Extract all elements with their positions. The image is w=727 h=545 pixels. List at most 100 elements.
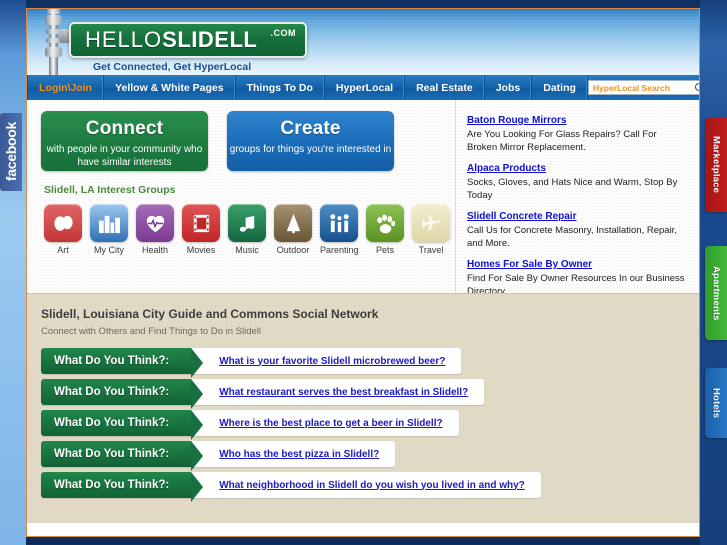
list-item[interactable]: What Do You Think?: What is your favorit… (41, 348, 462, 378)
side-tab-marketplace-label: Marketplace (710, 136, 722, 194)
group-label-health: Health (141, 245, 168, 255)
poll-tag-label: What Do You Think?: (41, 410, 204, 440)
ad-description: Call Us for Concrete Masonry, Installati… (467, 225, 677, 249)
theater-masks-icon (44, 204, 82, 242)
music-note-icon (228, 204, 266, 242)
ad-title-link[interactable]: Alpaca Products (467, 163, 546, 174)
group-my-city[interactable]: My City (90, 204, 128, 255)
ad-description: Are You Looking For Glass Repairs? Call … (467, 129, 657, 153)
site-tagline: Get Connected, Get HyperLocal (93, 61, 252, 73)
upper-content: Connect with people in your community wh… (27, 100, 699, 313)
group-travel[interactable]: Travel (412, 204, 450, 255)
nav-item-hyperlocal[interactable]: HyperLocal (325, 75, 406, 100)
group-label-pets: Pets (375, 245, 394, 255)
film-strip-icon (182, 204, 220, 242)
section-subheading: Connect with Others and Find Things to D… (41, 326, 262, 337)
group-label-travel: Travel (418, 245, 444, 255)
ad-title-link[interactable]: Homes For Sale By Owner (467, 259, 592, 270)
nav-item-dating[interactable]: Dating (532, 75, 588, 100)
ad-item: Slidell Concrete Repair Call Us for Conc… (467, 206, 689, 250)
connect-button[interactable]: Connect with people in your community wh… (41, 111, 208, 171)
group-movies[interactable]: Movies (182, 204, 220, 255)
group-label-art: Art (57, 245, 69, 255)
list-item[interactable]: What Do You Think?: What neighborhood in… (41, 472, 541, 502)
group-label-parenting: Parenting (320, 245, 359, 255)
side-tab-apartments-label: Apartments (710, 265, 722, 321)
poll-tag-label: What Do You Think?: (41, 441, 204, 471)
list-item[interactable]: What Do You Think?: What restaurant serv… (41, 379, 485, 409)
nav-item-login-join[interactable]: Login\Join (27, 75, 105, 100)
signpost-graphic (41, 9, 73, 75)
poll-tag-label: What Do You Think?: (41, 348, 204, 378)
ad-title-link[interactable]: Baton Rouge Mirrors (467, 115, 566, 126)
ad-column: Baton Rouge Mirrors Are You Looking For … (455, 100, 699, 313)
group-outdoor[interactable]: Outdoor (274, 204, 312, 255)
upper-left-column: Connect with people in your community wh… (27, 100, 455, 293)
interest-groups-row: Art My City Health Movies Music Outdoor … (44, 204, 455, 255)
poll-question-link[interactable]: Who has the best pizza in Slidell? (191, 441, 395, 467)
poll-tag-label: What Do You Think?: (41, 472, 204, 502)
interest-groups-title: Slidell, LA Interest Groups (44, 184, 176, 196)
logo-text: HELLOSLIDELL (71, 27, 257, 53)
group-art[interactable]: Art (44, 204, 82, 255)
search-box[interactable] (587, 80, 699, 95)
logo-slidell: SLIDELL (162, 27, 258, 52)
signpost-collar-top (45, 15, 62, 25)
airplane-icon (412, 204, 450, 242)
search-icon[interactable] (694, 83, 699, 91)
paw-print-icon (366, 204, 404, 242)
poll-question-link[interactable]: What is your favorite Slidell microbrewe… (191, 348, 461, 374)
ad-item: Baton Rouge Mirrors Are You Looking For … (467, 110, 689, 154)
main-navigation: Login\Join Yellow & White Pages Things T… (27, 75, 699, 100)
group-label-movies: Movies (186, 245, 216, 255)
nav-item-real-estate[interactable]: Real Estate (405, 75, 485, 100)
group-pets[interactable]: Pets (366, 204, 404, 255)
logo-hello: HELLO (85, 27, 163, 52)
poll-question-link[interactable]: What neighborhood in Slidell do you wish… (191, 472, 541, 498)
ad-title-link[interactable]: Slidell Concrete Repair (467, 211, 576, 222)
ad-item: Homes For Sale By Owner Find For Sale By… (467, 254, 689, 298)
site-logo[interactable]: HELLOSLIDELL .COM (69, 22, 307, 58)
pine-tree-icon (274, 204, 312, 242)
logo-com-suffix: .COM (270, 28, 296, 38)
poll-question-link[interactable]: What restaurant serves the best breakfas… (191, 379, 484, 405)
connect-subtitle: with people in your community who have s… (46, 144, 203, 168)
left-background-strip (0, 0, 26, 545)
nav-item-things-to-do[interactable]: Things To Do (236, 75, 325, 100)
cta-row: Connect with people in your community wh… (41, 111, 455, 171)
nav-item-jobs[interactable]: Jobs (485, 75, 533, 100)
ad-description: Socks, Gloves, and Hats Nice and Warm, S… (467, 177, 678, 201)
group-music[interactable]: Music (228, 204, 266, 255)
poll-list: What Do You Think?: What is your favorit… (41, 348, 699, 502)
list-item[interactable]: What Do You Think?: Where is the best pl… (41, 410, 459, 440)
section-heading: Slidell, Louisiana City Guide and Common… (41, 307, 379, 321)
side-tab-hotels-label: Hotels (710, 387, 722, 419)
facebook-side-tab[interactable]: facebook (0, 113, 22, 191)
page-root: HELLOSLIDELL .COM Get Connected, Get Hyp… (0, 0, 727, 545)
group-health[interactable]: Health (136, 204, 174, 255)
create-subtitle: groups for things you're interested in (229, 144, 392, 155)
create-title: Create (280, 118, 341, 139)
site-panel: HELLOSLIDELL .COM Get Connected, Get Hyp… (26, 8, 700, 537)
city-buildings-icon (90, 204, 128, 242)
side-tab-hotels[interactable]: Hotels (705, 368, 727, 438)
facebook-side-tab-label: facebook (3, 122, 19, 182)
group-label-outdoor: Outdoor (276, 245, 310, 255)
heart-pulse-icon (136, 204, 174, 242)
signpost-cap (47, 9, 60, 14)
family-icon (320, 204, 358, 242)
poll-tag-label: What Do You Think?: (41, 379, 204, 409)
group-parenting[interactable]: Parenting (320, 204, 359, 255)
ad-item: Alpaca Products Socks, Gloves, and Hats … (467, 158, 689, 202)
search-area (587, 75, 699, 100)
side-tab-marketplace[interactable]: Marketplace (705, 118, 727, 212)
list-item[interactable]: What Do You Think?: Who has the best piz… (41, 441, 396, 471)
poll-question-link[interactable]: Where is the best place to get a beer in… (191, 410, 458, 436)
site-header: HELLOSLIDELL .COM Get Connected, Get Hyp… (27, 9, 699, 75)
create-button[interactable]: Create groups for things you're interest… (227, 111, 394, 171)
group-label-music: Music (235, 245, 259, 255)
search-input[interactable] (588, 81, 699, 94)
lower-content: Slidell, Louisiana City Guide and Common… (27, 293, 699, 523)
side-tab-apartments[interactable]: Apartments (705, 246, 727, 340)
nav-item-yellow-white-pages[interactable]: Yellow & White Pages (104, 75, 236, 100)
